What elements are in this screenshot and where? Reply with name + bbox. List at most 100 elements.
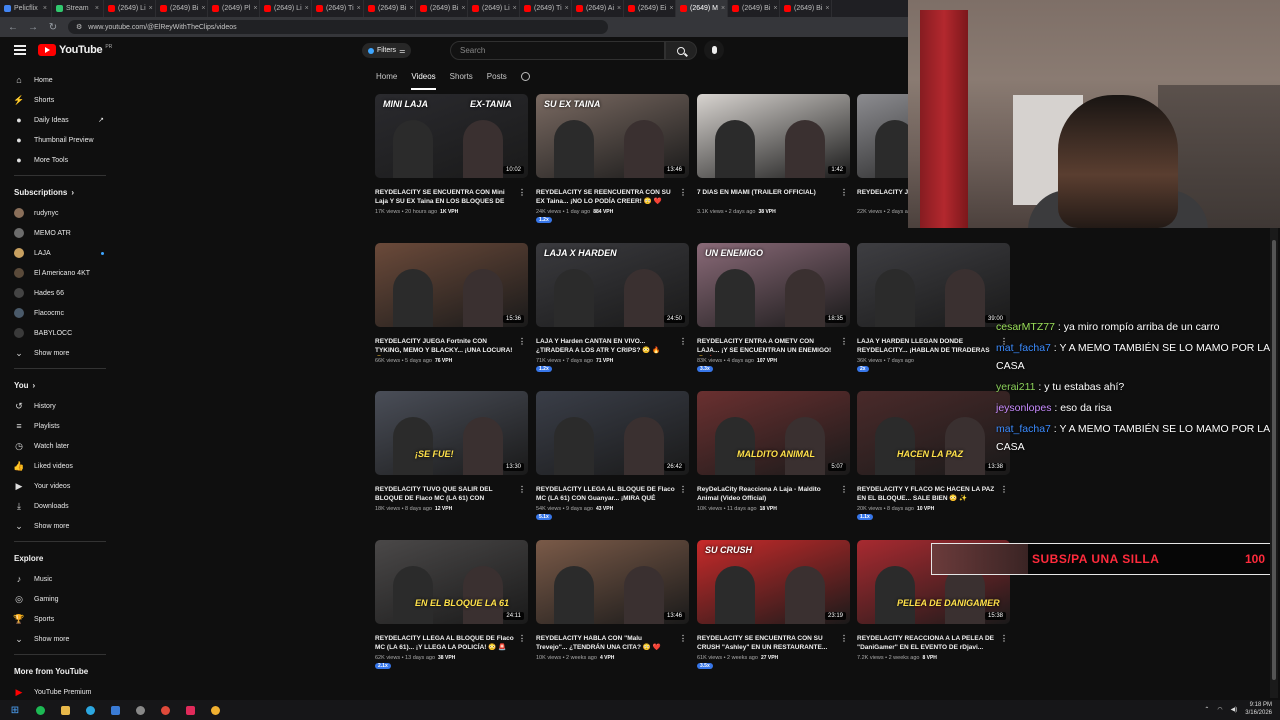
windows-start-icon[interactable]: ⊞ (6, 702, 24, 718)
video-title[interactable]: REYDELACITY SE ENCUENTRA CON Mini Laja Y… (375, 188, 528, 207)
browser-tab[interactable]: Stream × (52, 0, 104, 17)
video-thumbnail[interactable]: HACEN LA PAZ 13:38 (857, 391, 1010, 475)
more-options-icon[interactable]: ⋮ (518, 188, 526, 197)
more-options-icon[interactable]: ⋮ (679, 634, 687, 643)
video-title[interactable]: LAJA Y Harden CANTAN EN VIVO... ¿TIRADER… (536, 337, 689, 356)
site-info-icon[interactable]: ⚙ (76, 23, 82, 31)
spotify-icon[interactable] (31, 702, 49, 718)
tray-chevron-icon[interactable]: ⌃ (1204, 706, 1209, 713)
more-options-icon[interactable]: ⋮ (679, 188, 687, 197)
video-thumbnail[interactable]: 39:00 (857, 243, 1010, 327)
video-card[interactable]: MALDITO ANIMAL 5:07 ReyDeLaCity Reacciona … (697, 391, 850, 512)
sidebar-item-flacocmc[interactable]: Flacocmc (0, 303, 120, 323)
reload-icon[interactable]: ↻ (48, 22, 58, 33)
video-thumbnail[interactable]: SU CRUSH 23:19 (697, 540, 850, 624)
sidebar-item-rudynyc[interactable]: rudynyc (0, 203, 120, 223)
sidebar-item-thumbnail-preview[interactable]: ● Thumbnail Preview (0, 130, 120, 150)
tab-close-icon[interactable]: × (773, 5, 777, 12)
video-card[interactable]: 1:42 7 DIAS EN MIAMI (TRAILER OFFICIAL) ⋮ 3… (697, 94, 850, 215)
tab-close-icon[interactable]: × (149, 5, 153, 12)
video-card[interactable]: 39:00 LAJA Y HARDEN LLEGAN DONDE REYDELAC… (857, 243, 1010, 372)
video-card[interactable]: 15:36 REYDELACITY JUEGA Fortnite CON TYKI… (375, 243, 528, 364)
video-thumbnail[interactable]: ¡SE FUE! 13:30 (375, 391, 528, 475)
more-options-icon[interactable]: ⋮ (840, 634, 848, 643)
sidebar-item-hades-66[interactable]: Hades 66 (0, 283, 120, 303)
search-button[interactable] (665, 41, 697, 60)
tab-close-icon[interactable]: × (565, 5, 569, 12)
forward-icon[interactable]: → (28, 22, 38, 33)
channel-search-icon[interactable] (520, 72, 530, 81)
sidebar-item-youtube-premium[interactable]: ▶ YouTube Premium (0, 682, 120, 702)
video-card[interactable]: 13:46 REYDELACITY HABLA CON "Malu Trevejo… (536, 540, 689, 661)
tab-close-icon[interactable]: × (461, 5, 465, 12)
video-card[interactable]: HACEN LA PAZ 13:38 REYDELACITY Y FLACO MC … (857, 391, 1010, 520)
video-title[interactable]: REYDELACITY ENTRA A OMETV CON LAJA... ¡Y… (697, 337, 850, 356)
browser-tab[interactable]: (2649) Ti × (312, 0, 364, 17)
browser-tab[interactable]: (2649) Bi × (156, 0, 208, 17)
video-card[interactable]: 26:42 REYDELACITY LLEGA AL BLOQUE DE Flac… (536, 391, 689, 520)
volume-icon[interactable]: ◀) (1231, 706, 1238, 713)
you-heading[interactable]: You › (0, 374, 120, 396)
video-card[interactable]: ¡SE FUE! 13:30 REYDELACITY TUVO QUE SALIR … (375, 391, 528, 512)
more-options-icon[interactable]: ⋮ (679, 337, 687, 346)
sidebar-item-daily-ideas[interactable]: ● Daily Ideas ↗ (0, 110, 120, 130)
sidebar-item-home[interactable]: ⌂ Home (0, 70, 120, 90)
video-thumbnail[interactable]: SU EX TAINA 13:46 (536, 94, 689, 178)
video-thumbnail[interactable]: UN ENEMIGO 18:35 (697, 243, 850, 327)
sidebar-item-history[interactable]: ↺ History (0, 396, 120, 416)
video-title[interactable]: REYDELACITY LLEGA AL BLOQUE DE Flaco MC … (375, 634, 528, 653)
browser-tab[interactable]: (2649) Ai × (572, 0, 624, 17)
video-title[interactable]: REYDELACITY SE REENCUENTRA CON SU EX Tai… (536, 188, 689, 207)
sidebar-item-more-tools[interactable]: ● More Tools (0, 150, 120, 170)
edge-icon[interactable] (81, 702, 99, 718)
more-options-icon[interactable]: ⋮ (679, 485, 687, 494)
sidebar-item-el-americano-4kt[interactable]: El Americano 4KT (0, 263, 120, 283)
more-options-icon[interactable]: ⋮ (518, 634, 526, 643)
page-scrollbar[interactable] (1270, 228, 1278, 698)
explore-heading[interactable]: Explore (0, 547, 120, 569)
sidebar-item-watch-later[interactable]: ◷ Watch later (0, 436, 120, 456)
browser-tab[interactable]: (2649) Ei × (624, 0, 676, 17)
tab-close-icon[interactable]: × (201, 5, 205, 12)
video-card[interactable]: SU EX TAINA 13:46 REYDELACITY SE REENCUENT… (536, 94, 689, 223)
video-title[interactable]: REYDELACITY Y FLACO MC HACEN LA PAZ EN E… (857, 485, 1010, 504)
wifi-icon[interactable]: ◠ (1217, 706, 1222, 713)
more-from-youtube-heading[interactable]: More from YouTube (0, 660, 120, 682)
search-input[interactable]: Search (450, 41, 665, 60)
tab-close-icon[interactable]: × (825, 5, 829, 12)
sidebar-item-babylocc[interactable]: BABYLOCC (0, 323, 120, 343)
video-thumbnail[interactable]: 26:42 (536, 391, 689, 475)
back-icon[interactable]: ← (8, 22, 18, 33)
browser-tab[interactable]: (2649) Li × (260, 0, 312, 17)
video-title[interactable]: REYDELACITY HABLA CON "Malu Trevejo"... … (536, 634, 689, 653)
video-title[interactable]: REYDELACITY REACCIONA A LA PELEA DE "Dan… (857, 634, 1010, 653)
video-title[interactable]: ReyDeLaCity Reacciona A Laja - Maldito A… (697, 485, 850, 504)
browser-tab[interactable]: (2649) Pl × (208, 0, 260, 17)
video-title[interactable]: LAJA Y HARDEN LLEGAN DONDE REYDELACITY..… (857, 337, 1010, 356)
obs-icon[interactable] (131, 702, 149, 718)
video-title[interactable]: REYDELACITY LLEGA AL BLOQUE DE Flaco MC … (536, 485, 689, 504)
video-thumbnail[interactable]: 13:46 (536, 540, 689, 624)
tab-close-icon[interactable]: × (95, 5, 99, 12)
tab-close-icon[interactable]: × (617, 5, 621, 12)
youtube-logo[interactable]: YouTube PR (38, 44, 112, 56)
video-card[interactable]: UN ENEMIGO 18:35 REYDELACITY ENTRA A OMETV… (697, 243, 850, 372)
more-options-icon[interactable]: ⋮ (1000, 634, 1008, 643)
browser-tab[interactable]: (2649) Bi × (780, 0, 832, 17)
sidebar-item-music[interactable]: ♪ Music (0, 569, 120, 589)
tab-close-icon[interactable]: × (357, 5, 361, 12)
sidebar-item-playlists[interactable]: ≡ Playlists (0, 416, 120, 436)
chrome-icon[interactable] (156, 702, 174, 718)
video-thumbnail[interactable]: EN EL BLOQUE LA 61 24:11 (375, 540, 528, 624)
sidebar-item-downloads[interactable]: ⤓ Downloads (0, 496, 120, 516)
subscriptions-heading[interactable]: Subscriptions › (0, 181, 120, 203)
store-icon[interactable] (106, 702, 124, 718)
sidebar-item-your-videos[interactable]: ▶ Your videos (0, 476, 120, 496)
video-card[interactable]: LAJA X HARDEN 24:50 LAJA Y Harden CANTAN E… (536, 243, 689, 372)
tab-close-icon[interactable]: × (43, 5, 47, 12)
tab-close-icon[interactable]: × (721, 5, 725, 12)
url-field[interactable]: ⚙ www.youtube.com/@ElReyWithTheClips/vid… (68, 20, 608, 34)
more-options-icon[interactable]: ⋮ (840, 188, 848, 197)
filters-button[interactable]: Filters ⚌ (362, 43, 412, 58)
video-title[interactable]: 7 DIAS EN MIAMI (TRAILER OFFICIAL) ⋮ (697, 188, 850, 207)
